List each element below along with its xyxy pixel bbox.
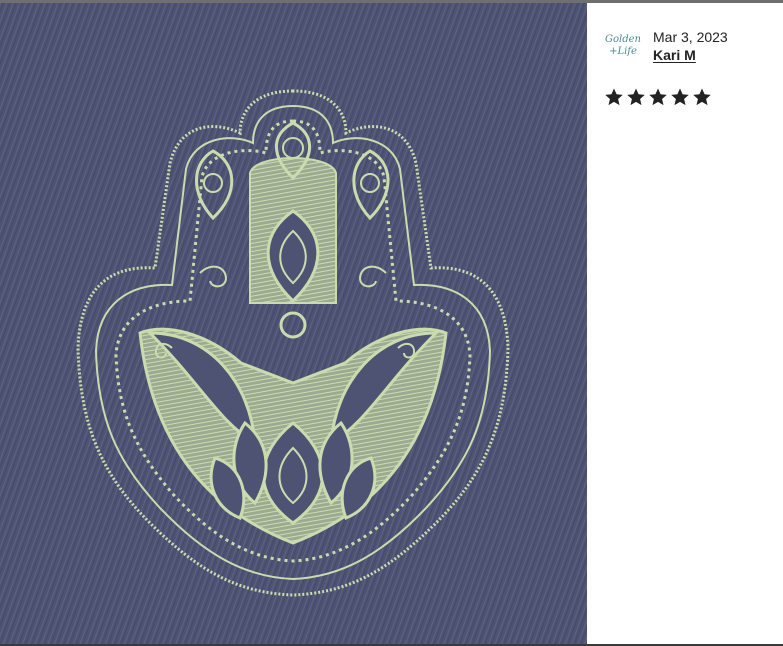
review-panel: Golden +Life Mar 3, 2023 Kari M <box>588 3 783 646</box>
star-icon <box>671 88 689 106</box>
avatar-logo-text: +Life <box>609 46 637 57</box>
review-date: Mar 3, 2023 <box>653 29 728 45</box>
star-icon <box>693 88 711 106</box>
star-icon <box>627 88 645 106</box>
star-icon <box>605 88 623 106</box>
star-icon <box>649 88 667 106</box>
review-photo[interactable] <box>0 3 587 646</box>
avatar-logo-text: Golden <box>605 34 641 45</box>
avatar[interactable]: Golden +Life <box>605 27 641 65</box>
star-rating <box>604 87 712 107</box>
reviewer-name-link[interactable]: Kari M <box>653 47 696 63</box>
